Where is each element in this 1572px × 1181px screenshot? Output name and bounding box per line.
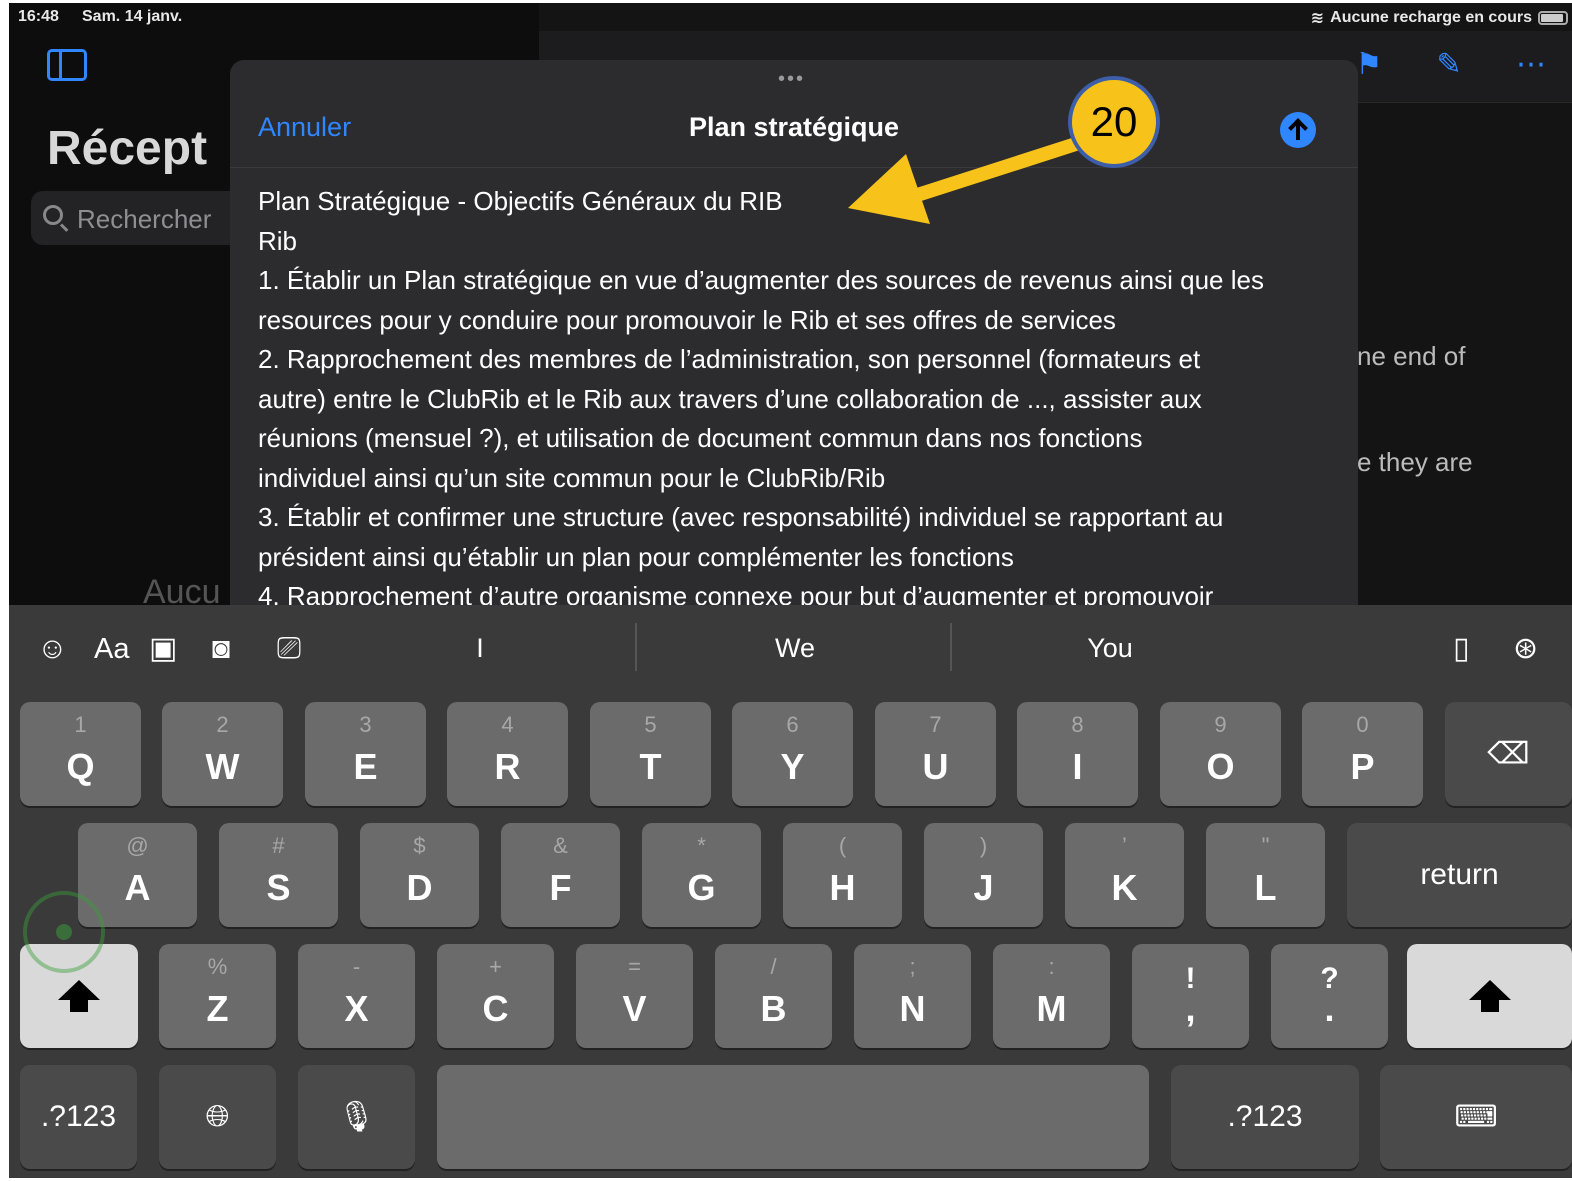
step-number-badge: 20 (1068, 76, 1160, 168)
annotation-arrow-shaft (901, 135, 1089, 205)
annotation-arrow-head (848, 154, 930, 224)
annotation-arrow (848, 135, 1089, 224)
